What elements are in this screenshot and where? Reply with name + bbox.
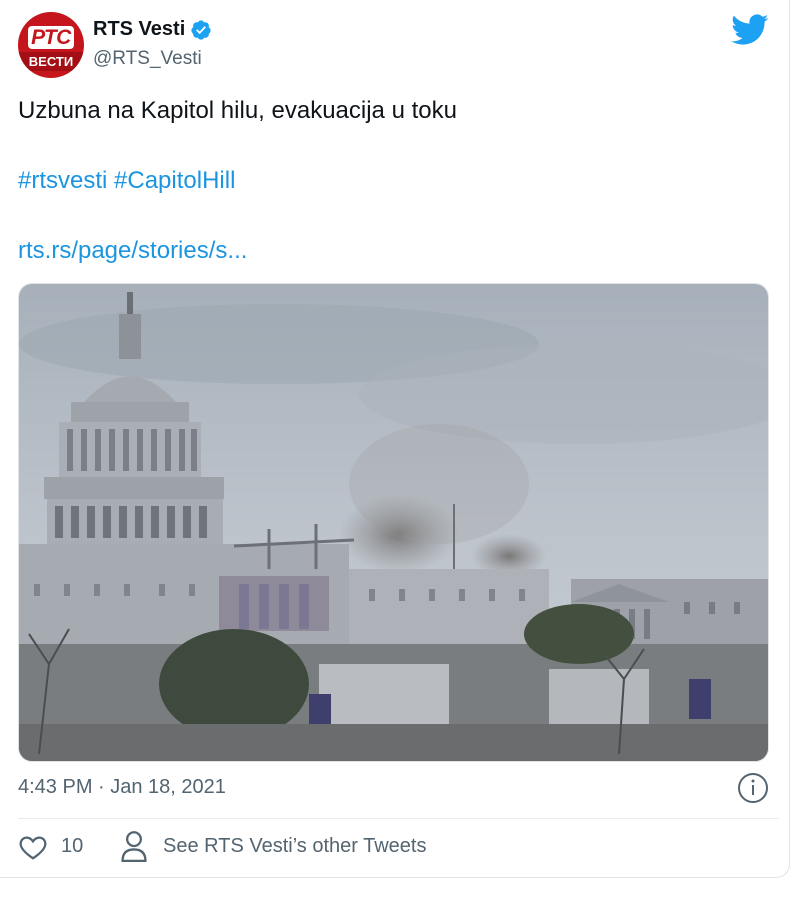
author-handle[interactable]: @RTS_Vesti <box>93 48 202 70</box>
tweet-link[interactable]: rts.rs/page/stories/s... <box>18 237 247 265</box>
tweet-hashtags[interactable]: #rtsvesti #CapitolHill <box>18 167 235 195</box>
person-icon[interactable] <box>120 830 148 862</box>
tweet-text: Uzbuna na Kapitol hilu, evakuacija u tok… <box>18 97 457 124</box>
author-name-row[interactable]: RTS Vesti <box>93 18 212 41</box>
tweet-video[interactable] <box>18 283 769 762</box>
twitter-bird-icon[interactable] <box>731 14 769 46</box>
tweet-card: РТС ВЕСТИ RTS Vesti @RTS_Vesti Uzbuna na… <box>0 0 790 878</box>
verified-badge-icon <box>191 19 211 40</box>
divider <box>18 818 779 819</box>
like-count[interactable]: 10 <box>61 835 83 858</box>
info-icon[interactable] <box>737 772 769 804</box>
avatar-logo-top: РТС <box>18 26 84 50</box>
heart-icon[interactable] <box>18 832 48 862</box>
see-other-tweets-link[interactable]: See RTS Vesti’s other Tweets <box>163 835 426 858</box>
tweet-timestamp[interactable]: 4:43 PM · Jan 18, 2021 <box>18 776 226 799</box>
capitol-scene-image <box>19 284 768 761</box>
author-name[interactable]: RTS Vesti <box>93 18 185 41</box>
avatar-logo-bottom: ВЕСТИ <box>18 52 84 71</box>
avatar[interactable]: РТС ВЕСТИ <box>18 12 84 78</box>
